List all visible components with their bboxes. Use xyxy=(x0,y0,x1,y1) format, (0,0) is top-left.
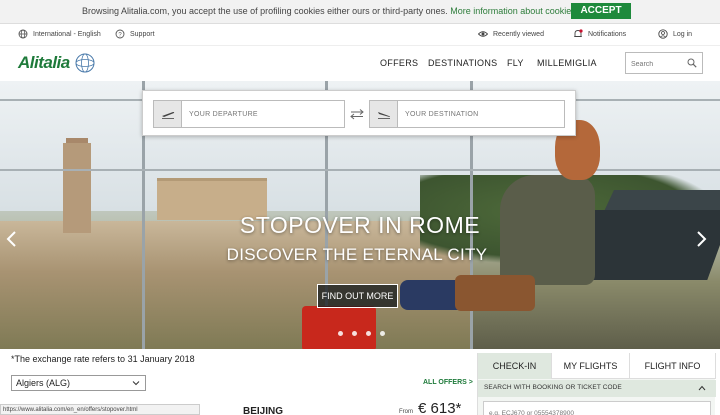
hero-title: STOPOVER IN ROME xyxy=(239,212,481,238)
eye-icon xyxy=(478,29,488,39)
booking-code-input[interactable] xyxy=(484,406,704,415)
departure-field[interactable] xyxy=(153,100,345,128)
tab-check-in[interactable]: CHECK-IN xyxy=(478,353,552,379)
notifications-link[interactable]: Notifications xyxy=(573,29,626,39)
login-label: Log in xyxy=(673,30,693,38)
language-selector[interactable]: International - English xyxy=(18,29,101,39)
selected-city: Algiers (ALG) xyxy=(16,378,71,388)
nav-fly[interactable]: FLY xyxy=(507,58,524,68)
status-bar-url: https://www.alitalia.com/en_en/offers/st… xyxy=(0,404,200,415)
red-suitcase xyxy=(302,306,376,349)
arrival-plane-icon xyxy=(370,101,398,127)
notifications-label: Notifications xyxy=(588,30,627,38)
price-from-label: From xyxy=(399,409,413,415)
main-header: Alitalia OFFERS DESTINATIONS FLY MILLEMI… xyxy=(0,46,720,81)
tab-flight-info[interactable]: FLIGHT INFO xyxy=(630,353,716,379)
chevron-right-icon[interactable] xyxy=(696,230,708,248)
swap-arrows-icon[interactable] xyxy=(349,108,365,120)
recently-viewed-label: Recently viewed xyxy=(493,30,544,38)
offer-destination: BEIJING xyxy=(243,406,284,415)
exchange-rate-note: *The exchange rate refers to 31 January … xyxy=(11,354,195,364)
chevron-left-icon[interactable] xyxy=(5,230,17,248)
site-search xyxy=(625,52,703,75)
booking-code-field xyxy=(483,401,711,415)
search-icon[interactable] xyxy=(687,58,697,68)
user-icon xyxy=(658,29,668,39)
support-label: Support xyxy=(130,30,155,38)
quick-tools-panel: CHECK-IN MY FLIGHTS FLIGHT INFO SEARCH W… xyxy=(477,353,716,415)
logo-text: Alitalia xyxy=(18,53,70,72)
slide-dot[interactable] xyxy=(380,331,385,336)
offer-price: € 613* xyxy=(418,400,462,415)
utility-bar: International - English ? Support Recent… xyxy=(0,24,720,46)
bell-icon xyxy=(573,29,583,39)
find-out-more-button[interactable]: FIND OUT MORE xyxy=(317,284,398,308)
cookie-bar: Browsing Alitalia.com, you accept the us… xyxy=(0,0,720,24)
destination-input[interactable] xyxy=(398,102,562,126)
slide-dot[interactable] xyxy=(366,331,371,336)
recently-viewed-link[interactable]: Recently viewed xyxy=(478,29,544,39)
login-link[interactable]: Log in xyxy=(658,29,692,39)
offers-section: *The exchange rate refers to 31 January … xyxy=(0,349,720,415)
nav-destinations[interactable]: DESTINATIONS xyxy=(428,58,497,68)
chevron-up-icon[interactable] xyxy=(698,385,706,391)
globe-icon xyxy=(18,29,28,39)
cookie-info-link[interactable]: More information about cookies. xyxy=(450,6,578,16)
flight-search-panel xyxy=(142,90,576,136)
tab-my-flights[interactable]: MY FLIGHTS xyxy=(552,353,630,379)
support-link[interactable]: ? Support xyxy=(115,29,155,39)
departure-input[interactable] xyxy=(182,102,342,126)
booking-search-label: SEARCH WITH BOOKING OR TICKET CODE xyxy=(484,384,622,391)
alitalia-logo[interactable]: Alitalia xyxy=(18,52,96,74)
nav-millemiglia[interactable]: MILLEMIGLIA xyxy=(537,58,597,68)
window-beam xyxy=(0,169,720,171)
nav-offers[interactable]: OFFERS xyxy=(380,58,418,68)
all-offers-link[interactable]: ALL OFFERS > xyxy=(423,379,473,386)
slide-dot[interactable] xyxy=(338,331,343,336)
help-icon: ? xyxy=(115,29,125,39)
slide-indicators xyxy=(338,331,385,336)
accept-cookies-button[interactable]: ACCEPT xyxy=(571,3,631,19)
slide-dot[interactable] xyxy=(352,331,357,336)
skyteam-emblem-icon xyxy=(75,53,95,73)
cookie-message: Browsing Alitalia.com, you accept the us… xyxy=(82,6,578,16)
departure-city-select[interactable]: Algiers (ALG) xyxy=(11,375,146,391)
booking-search-header[interactable]: SEARCH WITH BOOKING OR TICKET CODE xyxy=(478,380,716,397)
chevron-down-icon xyxy=(132,381,140,386)
handbag xyxy=(455,275,535,311)
destination-field[interactable] xyxy=(369,100,565,128)
hero-subtitle: DISCOVER THE ETERNAL CITY xyxy=(226,245,488,264)
search-input[interactable] xyxy=(626,54,682,75)
language-label: International - English xyxy=(33,30,101,38)
departure-plane-icon xyxy=(154,101,182,127)
cookie-text: Browsing Alitalia.com, you accept the us… xyxy=(82,6,448,16)
